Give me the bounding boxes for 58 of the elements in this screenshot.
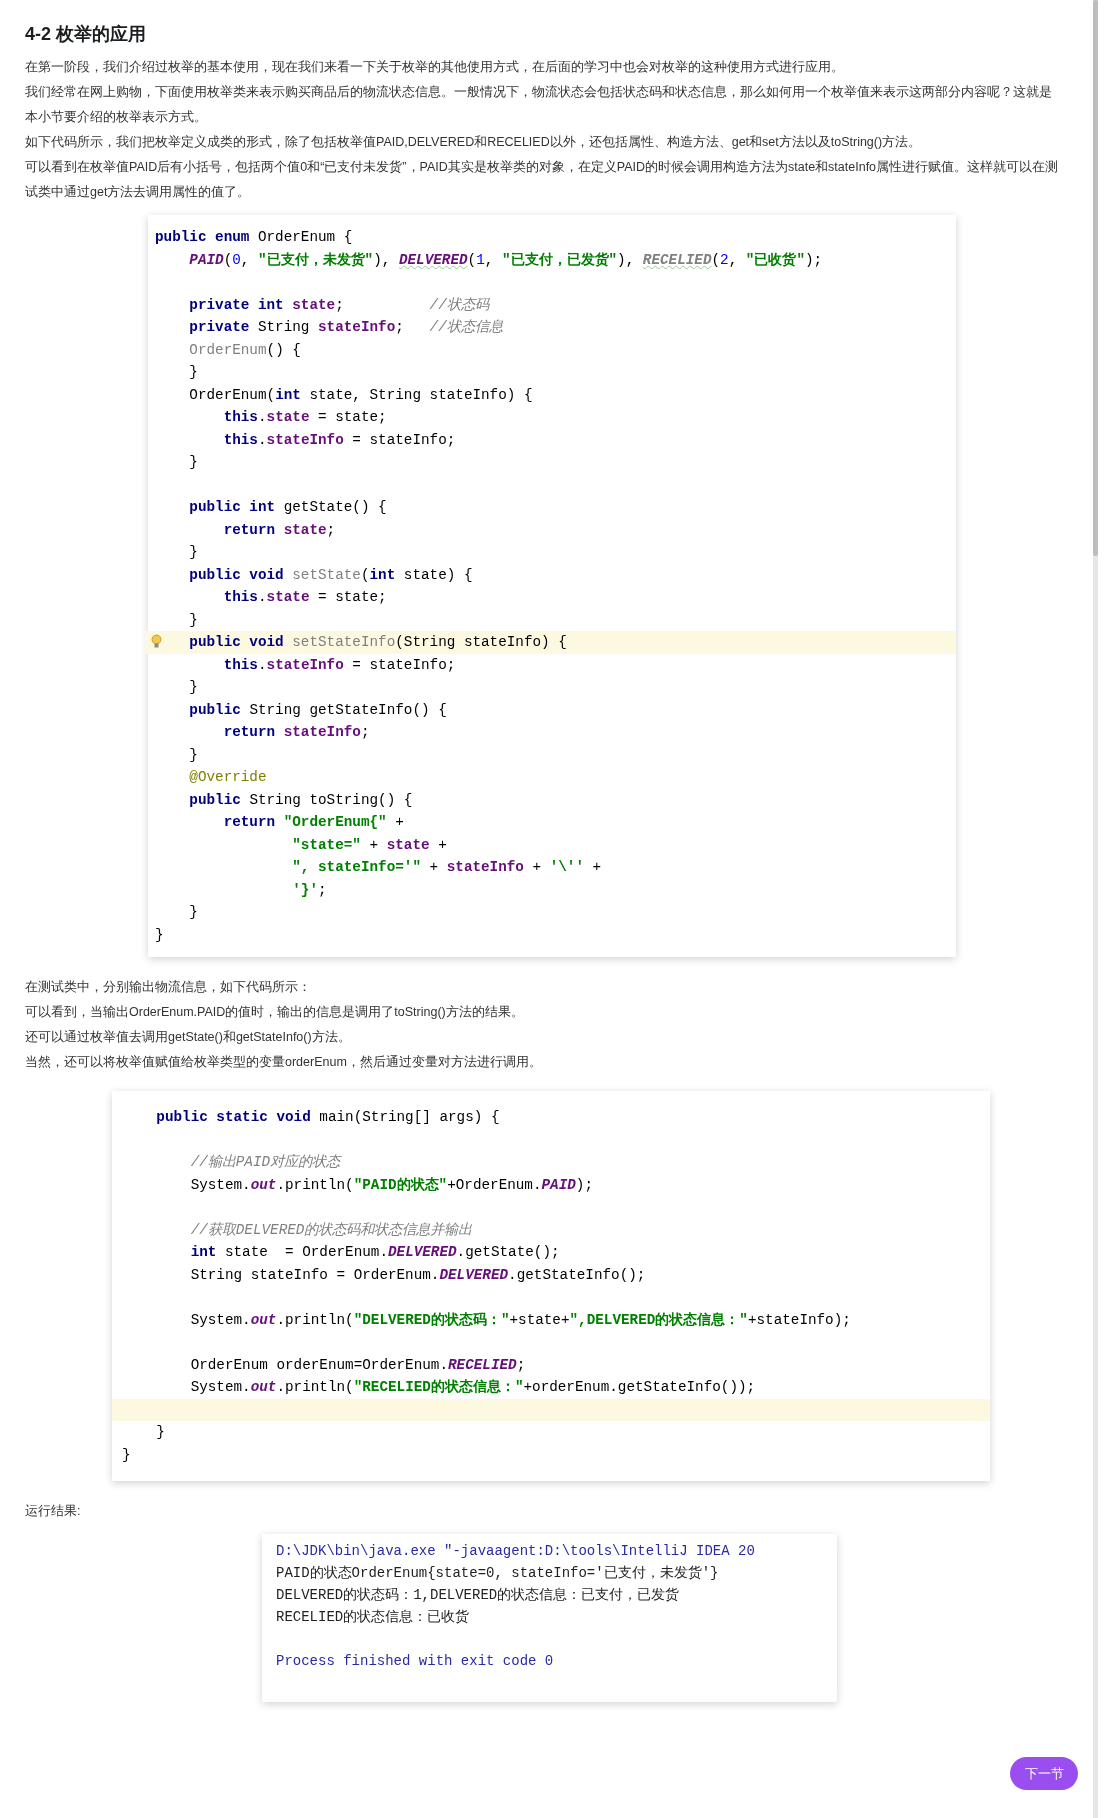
console-line: PAID的状态OrderEnum{state=0, stateInfo='已支付，未发货'}: [276, 1564, 720, 1583]
paragraph: 在测试类中，分别输出物流信息，如下代码所示：: [25, 979, 312, 996]
code-line: public enum OrderEnum {: [155, 228, 354, 247]
code-line: }: [155, 1423, 166, 1442]
code-line: @Override: [188, 768, 268, 787]
paragraph: 可以看到在枚举值PAID后有小括号，包括两个值0和“已支付未发货”，PAID其实是枚举类的对象，在定义PAID的时候会调用构造方法为state和stateInfo属性进行赋值。这样就可以在测试类中通过get方法去调用属性的值了。: [25, 159, 1060, 201]
code-line: '}';: [291, 880, 328, 900]
code-line: //获取DELVERED的状态码和状态信息并输出: [189, 1220, 474, 1240]
code-line: }: [188, 678, 199, 697]
code-line: PAID(0, "已支付，未发货"), DELVERED(1, "已支付，已发货"), RECELIED(2, "已收货");: [188, 250, 824, 270]
code-line: int state = OrderEnum.DELVERED.getState();: [189, 1243, 561, 1262]
code-line: }: [188, 903, 199, 922]
code-line: this.state = state;: [222, 588, 388, 607]
code-line: "state=" + state +: [291, 835, 448, 855]
code-line: System.out.println("DELVERED的状态码："+state+",DELVERED的状态信息："+stateInfo);: [189, 1310, 852, 1330]
code-line: return stateInfo;: [222, 723, 371, 742]
code-line: }: [155, 925, 165, 945]
console-line: DELVERED的状态码：1,DELVERED的状态信息：已支付，已发货: [276, 1586, 681, 1605]
code-line: }: [188, 453, 199, 472]
code-line: public String getStateInfo() {: [188, 700, 448, 720]
code-line: public static void main(String[] args) {: [155, 1108, 501, 1127]
scrollbar-thumb[interactable]: [1093, 0, 1098, 556]
console-line: D:\JDK\bin\java.exe "-javaagent:D:\tools\IntelliJ IDEA 20: [276, 1542, 756, 1561]
code-line: this.stateInfo = stateInfo;: [222, 430, 457, 450]
lightbulb-icon[interactable]: [151, 634, 162, 650]
code-line: this.state = state;: [222, 408, 388, 427]
paragraph: 我们经常在网上购物，下面使用枚举类来表示购买商品后的物流状态信息。一般情况下，物流状态会包括状态码和状态信息，那么如何用一个枚举值来表示这两部分内容呢？这就是本小节要介绍的枚举表示方式。: [25, 84, 1053, 126]
code-line: }: [188, 745, 199, 765]
console-line: RECELIED的状态信息：已收货: [276, 1608, 471, 1627]
code-line: System.out.println("RECELIED的状态信息："+orderEnum.getStateInfo());: [189, 1378, 757, 1397]
paragraph: 可以看到，当输出OrderEnum.PAID的值时，输出的信息是调用了toString()方法的结果。: [25, 1004, 525, 1021]
code-line: public void setState(int state) {: [188, 565, 474, 585]
code-line: System.out.println("PAID的状态"+OrderEnum.PAID);: [189, 1175, 595, 1195]
code-line: OrderEnum(int state, String stateInfo) {: [188, 385, 534, 405]
paragraph: 如下代码所示，我们把枚举定义成类的形式，除了包括枚举值PAID,DELVERED和RECELIED以外，还包括属性、构造方法、get和set方法以及toString()方法。: [25, 134, 923, 151]
code-line: return state;: [222, 520, 337, 540]
code-line: public int getState() {: [188, 498, 388, 517]
paragraph: 当然，还可以将枚举值赋值给枚举类型的变量orderEnum，然后通过变量对方法进行调用。: [25, 1054, 543, 1071]
code-line: }: [188, 543, 199, 562]
result-label: 运行结果:: [25, 1503, 82, 1520]
code-line: public String toString() {: [188, 790, 414, 810]
code-line: OrderEnum orderEnum=OrderEnum.RECELIED;: [189, 1355, 527, 1375]
code-line: }: [122, 1445, 132, 1465]
paragraph: 还可以通过枚举值去调用getState()和getStateInfo()方法。: [25, 1029, 352, 1046]
page-title: 4-2 枚举的应用: [25, 23, 148, 46]
code-line: private int state; //状态码: [188, 295, 491, 315]
code-line: ", stateInfo='" + stateInfo + '\'' +: [291, 858, 603, 877]
code-line: String stateInfo = OrderEnum.DELVERED.getStateInfo();: [189, 1265, 647, 1285]
code-line: OrderEnum() {: [188, 340, 302, 360]
next-section-button[interactable]: 下一节: [1010, 1757, 1078, 1790]
code-line: return "OrderEnum{" +: [222, 813, 405, 832]
paragraph: 在第一阶段，我们介绍过枚举的基本使用，现在我们来看一下关于枚举的其他使用方式，在后面的学习中也会对枚举的这种使用方式进行应用。: [25, 59, 845, 76]
code-line: private String stateInfo; //状态信息: [188, 318, 504, 337]
code-line: }: [188, 610, 199, 630]
code-line: }: [188, 363, 199, 382]
code-line: //输出PAID对应的状态: [189, 1153, 343, 1172]
code-line: this.stateInfo = stateInfo;: [222, 655, 457, 675]
console-line: Process finished with exit code 0: [276, 1652, 555, 1671]
